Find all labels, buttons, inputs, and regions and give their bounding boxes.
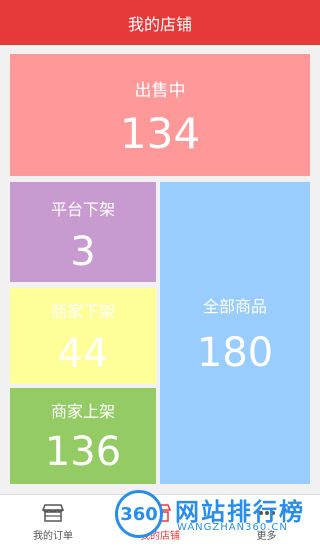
tab-my-store-label: 我的店铺 — [140, 531, 180, 542]
tile-merchant-on-label: 商家上架 — [50, 402, 115, 421]
shop-icon — [149, 504, 171, 522]
tile-merchant-on-count: 136 — [44, 429, 122, 475]
tab-my-orders-label: 我的订单 — [33, 531, 73, 542]
more-icon — [258, 511, 275, 515]
tab-more-label: 更多 — [256, 531, 277, 542]
tile-all-products-label: 全部商品 — [202, 297, 267, 316]
tab-my-store[interactable]: 我的店铺 — [107, 495, 213, 547]
tile-all-products[interactable]: 全部商品 180 — [160, 182, 310, 484]
tile-platform-off-label: 平台下架 — [50, 200, 115, 219]
tile-platform-off[interactable]: 平台下架 3 — [10, 182, 156, 282]
page-title: 我的店铺 — [127, 14, 192, 34]
tile-selling-label: 出售中 — [134, 81, 186, 101]
tile-all-products-count: 180 — [196, 330, 274, 376]
tile-platform-off-count: 3 — [70, 229, 96, 275]
tile-selling-count: 134 — [119, 109, 201, 158]
bottom-tab-bar: 我的订单 我的店铺 更多 — [0, 494, 320, 547]
tile-merchant-off-count: 44 — [57, 331, 109, 377]
app-header: 我的店铺 — [0, 0, 320, 45]
tab-my-orders[interactable]: 我的订单 — [0, 495, 106, 547]
tab-more[interactable]: 更多 — [213, 495, 320, 547]
tile-selling[interactable]: 出售中 134 — [10, 54, 310, 176]
tile-merchant-on[interactable]: 商家上架 136 — [10, 388, 156, 484]
tile-merchant-off-label: 商家下架 — [50, 302, 115, 321]
store-icon — [42, 504, 64, 522]
tile-merchant-off[interactable]: 商家下架 44 — [10, 288, 156, 384]
